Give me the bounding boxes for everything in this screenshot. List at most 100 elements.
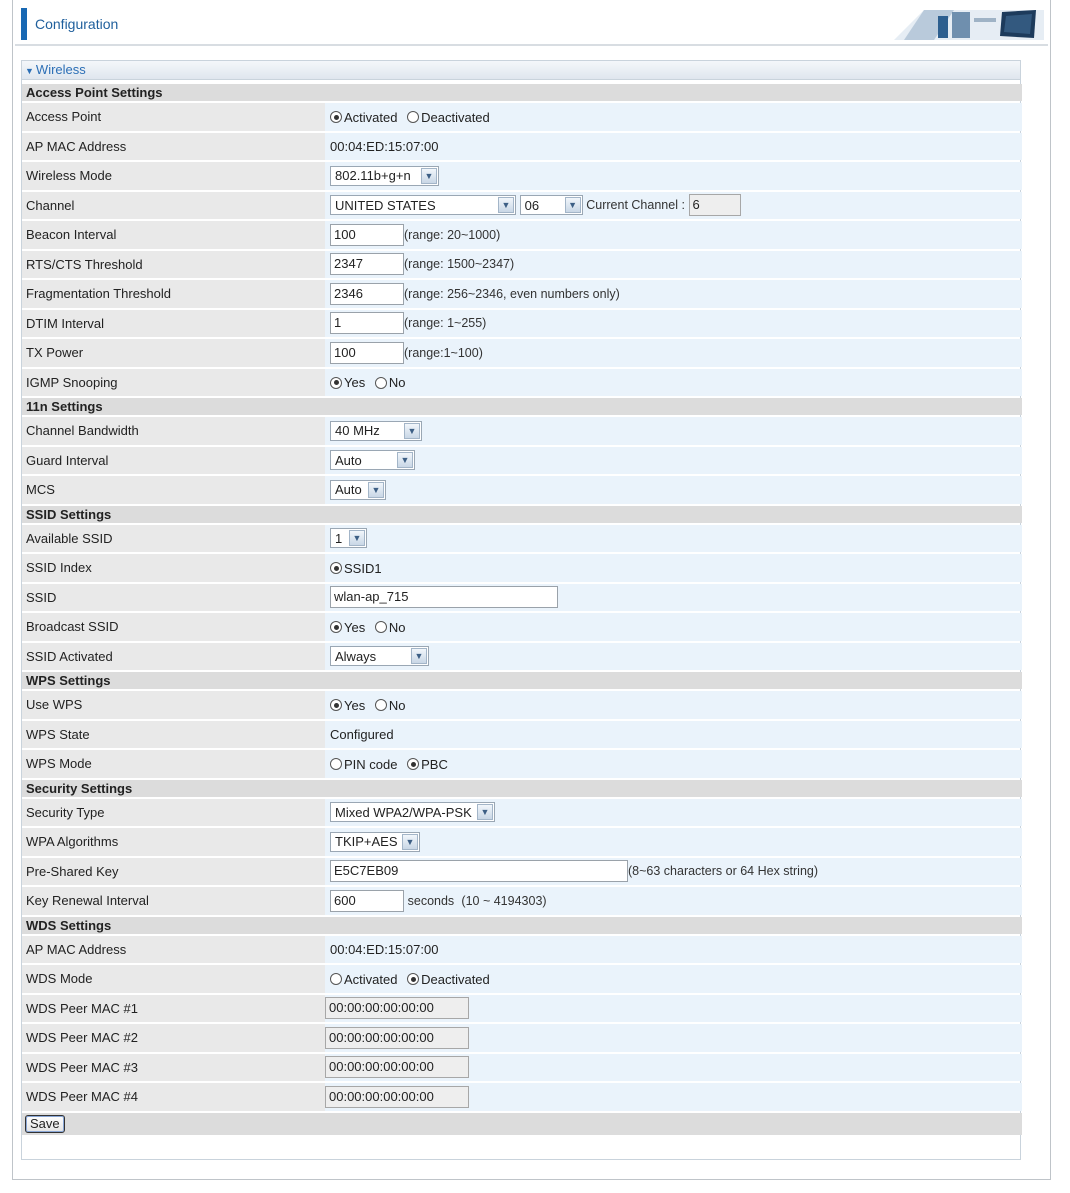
radio-label: Deactivated xyxy=(421,109,490,125)
wireless-mode-select[interactable]: 802.11b+g+n ▼ xyxy=(330,165,439,186)
label-guard-interval: Guard Interval xyxy=(22,446,325,474)
chevron-down-icon: ▼ xyxy=(368,481,384,498)
row-wds-mode: WDS Mode Activated Deactivated xyxy=(22,965,1022,993)
key-renewal-unit: seconds xyxy=(407,893,455,908)
rts-range-hint: (range: 1500~2347) xyxy=(404,257,515,272)
ssid-input[interactable]: wlan-ap_715 xyxy=(330,586,558,609)
wps-no-radio[interactable] xyxy=(374,699,387,712)
channel-country-select[interactable]: UNITED STATES ▼ xyxy=(330,195,516,216)
label-wps-state: WPS State xyxy=(22,720,325,748)
ssid-activated-select[interactable]: Always ▼ xyxy=(330,646,429,667)
radio-label: No xyxy=(388,619,406,635)
access-point-activated-radio[interactable] xyxy=(330,111,342,124)
available-ssid-select[interactable]: 1 ▼ xyxy=(330,528,367,549)
wpa-algorithms-select[interactable]: TKIP+AES ▼ xyxy=(330,831,420,852)
broadcast-yes-radio[interactable] xyxy=(330,621,342,634)
row-ssid: SSID wlan-ap_715 xyxy=(22,583,1022,611)
row-channel: Channel UNITED STATES ▼ 06 ▼ Current Chann… xyxy=(22,191,1022,219)
dtim-range-hint: (range: 1~255) xyxy=(404,316,487,331)
wds-activated-radio[interactable] xyxy=(330,973,342,986)
chevron-down-icon: ▼ xyxy=(411,648,427,665)
igmp-no-radio[interactable] xyxy=(374,376,387,389)
page-title: Configuration xyxy=(35,16,119,32)
channel-number-select[interactable]: 06 ▼ xyxy=(519,195,583,216)
beacon-range-hint: (range: 20~1000) xyxy=(404,227,501,242)
label-ssid: SSID xyxy=(22,583,325,611)
label-dtim-interval: DTIM Interval xyxy=(22,309,325,337)
row-tx-power: TX Power 100 (range:1~100) xyxy=(22,339,1022,367)
rts-threshold-input[interactable]: 2347 xyxy=(330,253,404,276)
psk-hint: (8~63 characters or 64 Hex string) xyxy=(628,864,819,879)
radio-label: PBC xyxy=(421,756,448,772)
row-security-type: Security Type Mixed WPA2/WPA-PSK ▼ xyxy=(22,798,1022,826)
label-wps-mode: WPS Mode xyxy=(22,750,325,778)
collapse-triangle-icon: ▼ xyxy=(25,66,34,76)
label-frag-threshold: Fragmentation Threshold xyxy=(22,280,325,308)
wps-pbc-radio[interactable] xyxy=(407,758,420,771)
pre-shared-key-input[interactable]: E5C7EB09 xyxy=(330,860,628,883)
current-channel-field: 6 xyxy=(688,194,741,217)
wds-peer-1-input[interactable]: 00:00:00:00:00:00 xyxy=(325,997,469,1020)
security-type-select[interactable]: Mixed WPA2/WPA-PSK ▼ xyxy=(330,802,495,823)
label-igmp-snooping: IGMP Snooping xyxy=(22,368,325,396)
row-wds-ap-mac: AP MAC Address 00:04:ED:15:07:00 xyxy=(22,935,1022,963)
tx-power-input[interactable]: 100 xyxy=(330,341,404,364)
frag-threshold-input[interactable]: 2346 xyxy=(330,282,404,305)
row-broadcast-ssid: Broadcast SSID Yes No xyxy=(22,613,1022,641)
mcs-select[interactable]: Auto ▼ xyxy=(330,479,386,500)
wds-peer-2-input[interactable]: 00:00:00:00:00:00 xyxy=(325,1026,469,1049)
row-wps-state: WPS State Configured xyxy=(22,720,1022,748)
save-button[interactable]: Save xyxy=(25,1114,65,1133)
label-access-point: Access Point xyxy=(22,103,325,131)
beacon-interval-input[interactable]: 100 xyxy=(330,223,404,246)
row-available-ssid: Available SSID 1 ▼ xyxy=(22,524,1022,552)
label-rts-threshold: RTS/CTS Threshold xyxy=(22,250,325,278)
panel-header[interactable]: ▼ Wireless xyxy=(22,61,1020,80)
label-wpa-algorithms: WPA Algorithms xyxy=(22,828,325,856)
label-ssid-activated: SSID Activated xyxy=(22,642,325,670)
guard-interval-select[interactable]: Auto ▼ xyxy=(330,450,415,471)
section-ap-settings: Access Point Settings xyxy=(22,84,1022,101)
wds-deactivated-radio[interactable] xyxy=(407,973,420,986)
wps-yes-radio[interactable] xyxy=(330,699,342,712)
key-renewal-hint: (10 ~ 4194303) xyxy=(461,893,547,908)
ap-mac-value: 00:04:ED:15:07:00 xyxy=(325,132,1022,160)
wds-peer-3-input[interactable]: 00:00:00:00:00:00 xyxy=(325,1056,469,1079)
label-mcs: MCS xyxy=(22,476,325,504)
key-renewal-input[interactable]: 600 xyxy=(330,889,404,912)
row-beacon-interval: Beacon Interval 100 (range: 20~1000) xyxy=(22,221,1022,249)
chevron-down-icon: ▼ xyxy=(421,167,437,184)
radio-label: PIN code xyxy=(344,756,398,772)
row-access-point: Access Point Activated Deactivated xyxy=(22,103,1022,131)
tx-range-hint: (range:1~100) xyxy=(404,345,483,360)
access-point-deactivated-radio[interactable] xyxy=(407,111,420,124)
row-wds-peer-2: WDS Peer MAC #2 00:00:00:00:00:00 xyxy=(22,1024,1022,1052)
section-ssid-settings: SSID Settings xyxy=(22,505,1022,523)
wds-ap-mac-value: 00:04:ED:15:07:00 xyxy=(325,935,1022,963)
radio-label: Yes xyxy=(344,619,366,635)
radio-label: Activated xyxy=(344,109,398,125)
chevron-down-icon: ▼ xyxy=(498,197,514,214)
broadcast-no-radio[interactable] xyxy=(374,621,387,634)
row-frag-threshold: Fragmentation Threshold 2346 (range: 256~… xyxy=(22,280,1022,308)
label-wds-peer-4: WDS Peer MAC #4 xyxy=(22,1083,325,1111)
row-ssid-activated: SSID Activated Always ▼ xyxy=(22,642,1022,670)
row-key-renewal: Key Renewal Interval 600 seconds (10 ~ 4… xyxy=(22,887,1022,915)
label-channel: Channel xyxy=(22,191,325,219)
igmp-yes-radio[interactable] xyxy=(330,376,342,389)
section-wps-settings: WPS Settings xyxy=(22,672,1022,689)
row-wds-peer-1: WDS Peer MAC #1 00:00:00:00:00:00 xyxy=(22,994,1022,1022)
label-broadcast-ssid: Broadcast SSID xyxy=(22,613,325,641)
radio-label: Deactivated xyxy=(421,971,490,987)
label-channel-bandwidth: Channel Bandwidth xyxy=(22,417,325,445)
wps-pin-code-radio[interactable] xyxy=(330,758,342,771)
dtim-interval-input[interactable]: 1 xyxy=(330,312,404,335)
label-beacon-interval: Beacon Interval xyxy=(22,221,325,249)
section-security-settings: Security Settings xyxy=(22,779,1022,797)
label-wds-peer-3: WDS Peer MAC #3 xyxy=(22,1053,325,1081)
ssid1-radio[interactable] xyxy=(330,562,342,575)
row-channel-bandwidth: Channel Bandwidth 40 MHz ▼ xyxy=(22,417,1022,445)
wds-peer-4-input[interactable]: 00:00:00:00:00:00 xyxy=(325,1085,469,1108)
channel-bandwidth-select[interactable]: 40 MHz ▼ xyxy=(330,420,422,441)
radio-label: Yes xyxy=(344,697,366,713)
